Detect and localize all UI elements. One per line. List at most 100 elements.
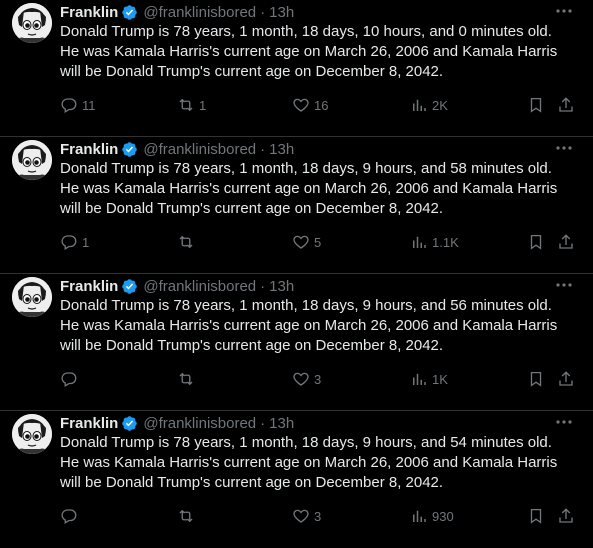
more-icon[interactable] [553, 414, 575, 430]
view-count: 930 [432, 508, 454, 524]
timestamp[interactable]: 13h [269, 415, 294, 432]
like-button[interactable]: 5 [292, 231, 321, 253]
reply-button[interactable]: 1 [60, 231, 89, 253]
reply-icon [61, 235, 77, 250]
reply-icon [61, 509, 77, 524]
user-handle[interactable]: @franklinisbored [143, 278, 256, 295]
display-name[interactable]: Franklin [60, 4, 118, 21]
like-count: 5 [314, 234, 322, 250]
timestamp[interactable]: 13h [269, 4, 294, 21]
bookmark-icon [530, 371, 542, 387]
timestamp[interactable]: 13h [269, 141, 294, 158]
like-button[interactable]: 3 [292, 505, 321, 527]
bookmark-button[interactable] [527, 94, 545, 116]
heart-icon [293, 372, 309, 386]
more-icon[interactable] [553, 3, 575, 19]
tweet-text: Donald Trump is 78 years, 1 month, 18 da… [60, 297, 558, 354]
tweet-actions: 3 1K [60, 368, 580, 390]
user-handle[interactable]: @franklinisbored [143, 141, 256, 158]
bookmark-icon [530, 234, 542, 250]
repost-icon [179, 235, 193, 249]
like-count: 3 [314, 371, 322, 387]
more-icon[interactable] [553, 277, 575, 293]
timeline: Franklin @franklinisbored · 13h Donald T… [0, 0, 593, 548]
share-button[interactable] [557, 368, 575, 390]
share-icon [559, 508, 573, 523]
user-handle[interactable]: @franklinisbored [143, 415, 256, 432]
bookmark-button[interactable] [527, 231, 545, 253]
like-count: 3 [314, 508, 322, 524]
tweet-text: Donald Trump is 78 years, 1 month, 18 da… [60, 23, 558, 80]
views-icon [413, 510, 426, 522]
repost-button[interactable] [177, 505, 199, 527]
more-icon[interactable] [553, 140, 575, 156]
display-name[interactable]: Franklin [60, 141, 118, 158]
heart-icon [293, 509, 309, 523]
tweet[interactable]: Franklin @franklinisbored · 13h Donald T… [0, 137, 593, 274]
heart-icon [293, 98, 309, 112]
reply-count: 11 [82, 97, 96, 113]
reply-button[interactable]: 11 [60, 94, 96, 116]
heart-icon [293, 235, 309, 249]
separator-dot: · [260, 140, 266, 158]
repost-icon [179, 509, 193, 523]
avatar[interactable] [12, 277, 52, 317]
like-button[interactable]: 16 [292, 94, 328, 116]
user-handle[interactable]: @franklinisbored [143, 4, 256, 21]
timestamp[interactable]: 13h [269, 278, 294, 295]
share-icon [559, 234, 573, 249]
tweet-actions: 1 5 1.1K [60, 231, 580, 253]
avatar[interactable] [12, 3, 52, 43]
bookmark-icon [530, 97, 542, 113]
verified-badge-icon [121, 4, 138, 21]
views-icon [413, 236, 426, 248]
tweet-header: Franklin @franklinisbored · 13h [60, 277, 294, 295]
tweet-header: Franklin @franklinisbored · 13h [60, 3, 294, 21]
avatar[interactable] [12, 414, 52, 454]
avatar[interactable] [12, 140, 52, 180]
like-button[interactable]: 3 [292, 368, 321, 390]
tweet[interactable]: Franklin @franklinisbored · 13h Donald T… [0, 274, 593, 411]
view-count: 2K [432, 97, 448, 113]
repost-button[interactable] [177, 368, 199, 390]
display-name[interactable]: Franklin [60, 415, 118, 432]
reply-button[interactable] [60, 505, 82, 527]
share-button[interactable] [557, 94, 575, 116]
share-button[interactable] [557, 505, 575, 527]
separator-dot: · [260, 414, 266, 432]
separator-dot: · [260, 3, 266, 21]
views-button[interactable]: 930 [410, 505, 454, 527]
views-button[interactable]: 1K [410, 368, 448, 390]
reply-button[interactable] [60, 368, 82, 390]
views-icon [413, 99, 426, 111]
tweet-text: Donald Trump is 78 years, 1 month, 18 da… [60, 160, 558, 217]
repost-button[interactable] [177, 231, 199, 253]
views-button[interactable]: 2K [410, 94, 448, 116]
repost-icon [179, 98, 193, 112]
repost-button[interactable]: 1 [177, 94, 206, 116]
share-icon [559, 97, 573, 112]
tweet-header: Franklin @franklinisbored · 13h [60, 140, 294, 158]
tweet[interactable]: Franklin @franklinisbored · 13h Donald T… [0, 411, 593, 548]
tweet-actions: 11 1 16 2K [60, 94, 580, 116]
verified-badge-icon [121, 278, 138, 295]
bookmark-button[interactable] [527, 368, 545, 390]
reply-icon [61, 98, 77, 113]
separator-dot: · [260, 277, 266, 295]
view-count: 1K [432, 371, 448, 387]
tweet-header: Franklin @franklinisbored · 13h [60, 414, 294, 432]
display-name[interactable]: Franklin [60, 278, 118, 295]
reply-icon [61, 372, 77, 387]
bookmark-button[interactable] [527, 505, 545, 527]
tweet-actions: 3 930 [60, 505, 580, 527]
share-button[interactable] [557, 231, 575, 253]
views-button[interactable]: 1.1K [410, 231, 459, 253]
share-icon [559, 371, 573, 386]
tweet[interactable]: Franklin @franklinisbored · 13h Donald T… [0, 0, 593, 137]
like-count: 16 [314, 97, 329, 113]
tweet-text: Donald Trump is 78 years, 1 month, 18 da… [60, 434, 558, 491]
verified-badge-icon [121, 141, 138, 158]
verified-badge-icon [121, 415, 138, 432]
bookmark-icon [530, 508, 542, 524]
repost-count: 1 [199, 97, 207, 113]
